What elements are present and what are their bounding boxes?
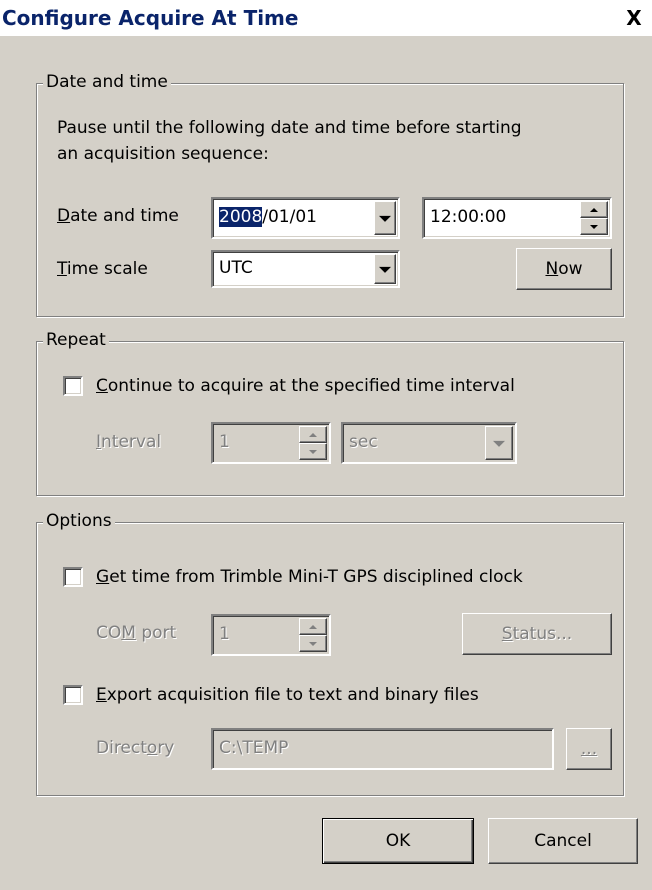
spin-down-icon (309, 641, 317, 646)
interval-unit-dropdown-button[interactable] (485, 426, 513, 460)
directory-field[interactable]: C:\TEMP (211, 728, 554, 770)
time-field[interactable]: 12:00:00 (422, 197, 612, 239)
com-port-label: COM port (96, 623, 177, 643)
date-picker[interactable]: 2008/01/01 (211, 197, 400, 239)
repeat-group: Repeat (36, 330, 624, 496)
date-rest: /01/01 (262, 207, 317, 227)
interval-unit-select[interactable]: sec (341, 422, 517, 464)
spin-up-icon (309, 624, 317, 629)
com-port-field[interactable]: 1 (211, 614, 331, 656)
date-dropdown-button[interactable] (374, 201, 396, 235)
time-spin-down[interactable] (580, 218, 608, 235)
com-port-spin-up[interactable] (299, 618, 327, 635)
interval-spin-down[interactable] (299, 443, 327, 460)
time-scale-dropdown-button[interactable] (374, 254, 396, 284)
interval-spin-up[interactable] (299, 426, 327, 443)
chevron-down-icon (379, 215, 391, 222)
close-icon[interactable]: X (624, 8, 644, 28)
gps-checkbox[interactable] (63, 567, 83, 587)
cancel-button[interactable]: Cancel (488, 818, 638, 864)
export-checkbox-label[interactable]: Export acquisition file to text and bina… (96, 685, 479, 705)
gps-checkbox-label[interactable]: Get time from Trimble Mini-T GPS discipl… (96, 567, 523, 587)
ok-button[interactable]: OK (322, 818, 474, 864)
time-scale-value: UTC (219, 258, 253, 278)
browse-button[interactable]: ... (566, 728, 612, 770)
now-button[interactable]: Now (516, 248, 612, 290)
interval-field[interactable]: 1 (211, 422, 331, 464)
date-time-description-line1: Pause until the following date and time … (57, 118, 522, 138)
interval-value: 1 (219, 432, 230, 452)
directory-value: C:\TEMP (219, 738, 289, 758)
interval-unit-value: sec (349, 432, 378, 452)
repeat-legend: Repeat (43, 330, 109, 350)
spin-up-icon (590, 207, 598, 212)
title-bar: Configure Acquire At Time X (0, 0, 652, 36)
chevron-down-icon (379, 266, 391, 273)
time-spin-up[interactable] (580, 201, 608, 218)
continue-checkbox[interactable] (63, 376, 83, 396)
date-time-description-line2: an acquisition sequence: (57, 144, 269, 164)
com-port-value: 1 (219, 624, 230, 644)
spin-down-icon (590, 224, 598, 229)
time-scale-label: Time scale (57, 259, 148, 279)
options-legend: Options (43, 511, 115, 531)
date-year-selected: 2008 (219, 207, 263, 227)
date-time-legend: Date and time (43, 72, 171, 92)
interval-label: Interval (96, 432, 162, 452)
window-title: Configure Acquire At Time (2, 6, 299, 30)
spin-up-icon (309, 432, 317, 437)
time-value: 12:00:00 (430, 207, 507, 227)
status-button[interactable]: Status... (462, 613, 612, 655)
continue-checkbox-label[interactable]: Continue to acquire at the specified tim… (96, 376, 515, 396)
date-time-label: Date and time (57, 206, 179, 226)
chevron-down-icon (493, 440, 505, 447)
export-checkbox[interactable] (63, 685, 83, 705)
time-scale-select[interactable]: UTC (211, 250, 400, 288)
directory-label: Directory (96, 738, 175, 758)
com-port-spin-down[interactable] (299, 635, 327, 652)
spin-down-icon (309, 449, 317, 454)
